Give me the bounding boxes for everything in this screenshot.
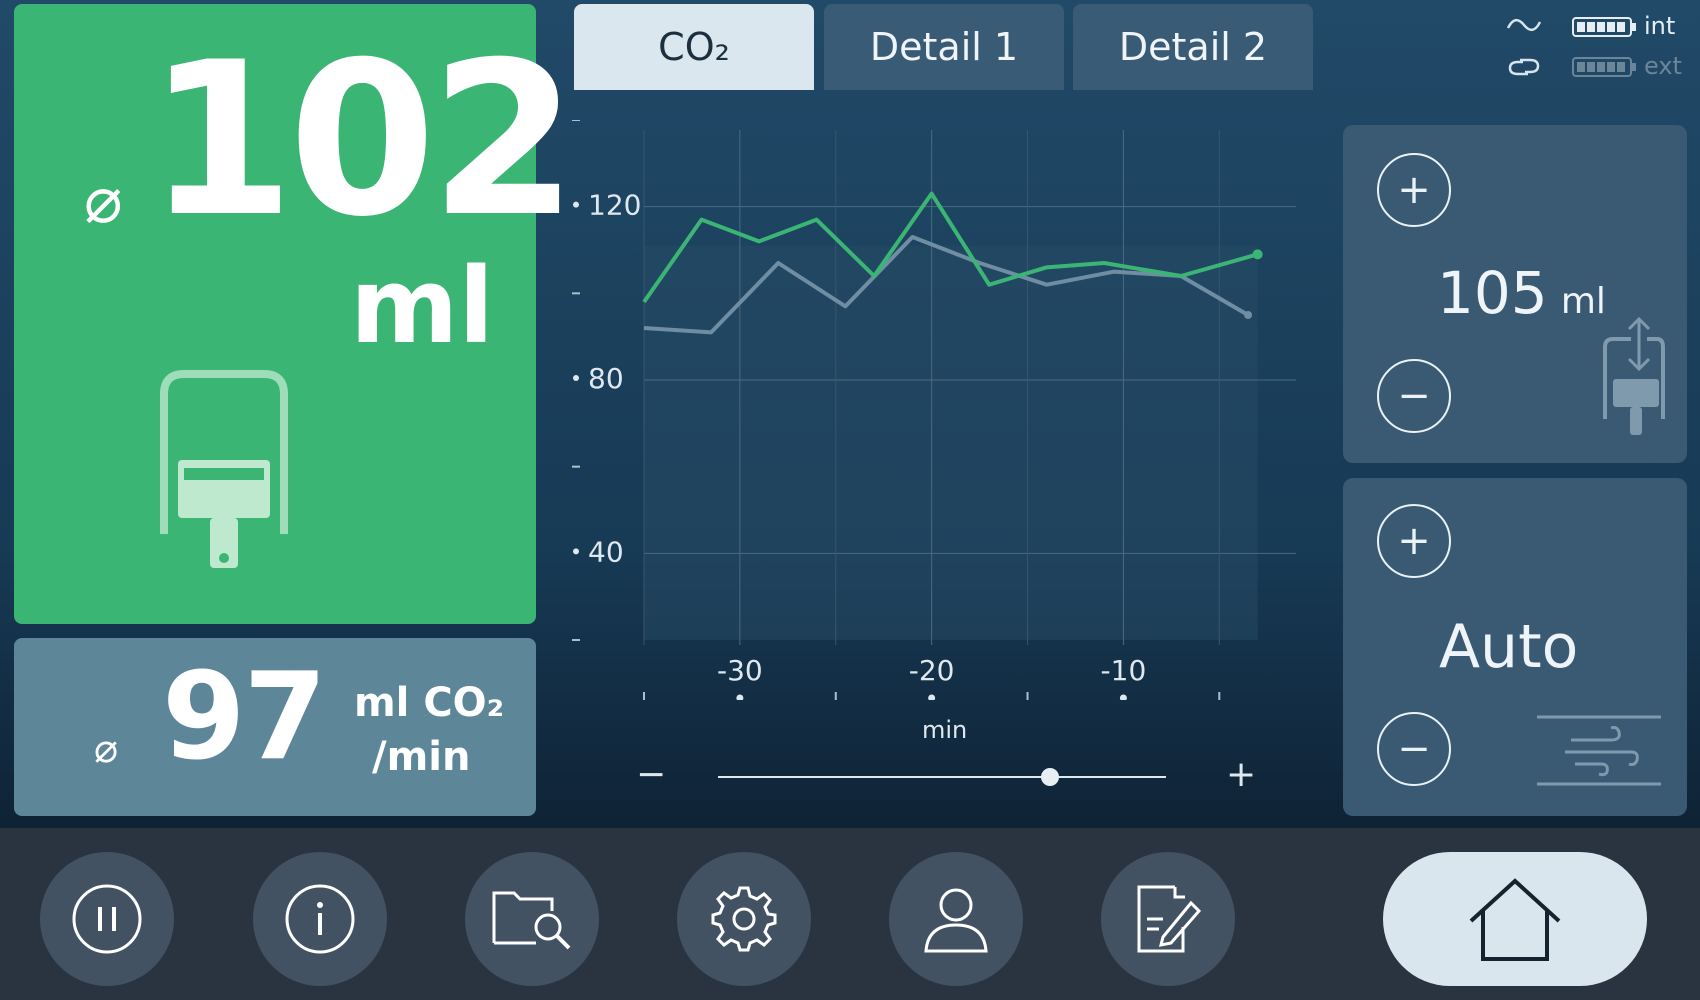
zoom-slider-handle[interactable] xyxy=(1040,768,1059,786)
x-tick-dot xyxy=(928,694,936,700)
airflow-icon xyxy=(1537,715,1661,786)
zoom-slider-track[interactable] xyxy=(718,776,1166,778)
document-edit-icon xyxy=(1137,885,1202,953)
volume-display-panel[interactable]: ⌀ 102 ml xyxy=(14,4,578,624)
tab-co2[interactable]: CO₂ xyxy=(574,4,814,90)
pause-icon xyxy=(72,884,142,954)
battery-int-icon xyxy=(1572,17,1636,37)
notes-button[interactable] xyxy=(1101,852,1235,986)
x-tick-label: -10 xyxy=(1101,654,1147,687)
volume-setting-value: 105 xyxy=(1437,259,1548,327)
gear-icon xyxy=(711,886,777,952)
average-symbol: ⌀ xyxy=(84,164,123,238)
monitor-screen: ⌀ 102 ml ⌀ 97 ml CO₂ /min CO₂ Detail 1 D… xyxy=(0,0,1700,1000)
volume-unit: ml xyxy=(350,245,495,367)
zoom-out-button[interactable]: − xyxy=(636,754,666,795)
volume-setting-panel: + 105 ml − xyxy=(1343,125,1687,463)
co2-rate-unit-per-min: /min xyxy=(372,734,471,780)
tab-detail-1[interactable]: Detail 1 xyxy=(824,4,1064,90)
folder-search-button[interactable] xyxy=(465,852,599,986)
x-tick-label: -20 xyxy=(909,654,955,687)
x-tick-dot xyxy=(1119,694,1127,700)
tab-label: Detail 1 xyxy=(869,25,1019,69)
mode-decrease-button[interactable]: − xyxy=(1377,712,1451,786)
series-end-point-2 xyxy=(1244,311,1253,319)
zoom-in-button[interactable]: + xyxy=(1226,754,1256,795)
y-tick-dot xyxy=(573,375,579,381)
pause-button[interactable] xyxy=(40,852,174,986)
series-end-point-1 xyxy=(1252,249,1263,260)
y-tick-dot xyxy=(573,201,579,208)
info-icon xyxy=(285,884,355,954)
user-icon xyxy=(924,888,988,953)
co2-trend-chart[interactable]: 40 80 120 -30 -20 -10 xyxy=(560,120,1320,700)
tab-detail-2[interactable]: Detail 2 xyxy=(1073,4,1313,90)
y-tick-label: 80 xyxy=(588,362,624,395)
average-symbol: ⌀ xyxy=(94,726,119,772)
ventilator-canister-icon xyxy=(160,370,288,568)
mode-setting-panel: + Auto − xyxy=(1343,478,1687,816)
volume-value: 102 xyxy=(147,16,578,263)
link-icon xyxy=(1508,58,1540,76)
canister-transfer-icon xyxy=(1603,316,1665,435)
y-tick-label: 120 xyxy=(588,189,641,222)
co2-rate-value: 97 xyxy=(162,648,327,787)
volume-setting-value-group: 105 ml xyxy=(1437,259,1606,327)
x-tick-label: -30 xyxy=(717,654,763,687)
co2-rate-panel[interactable]: ⌀ 97 ml CO₂ /min xyxy=(14,638,536,816)
info-button[interactable] xyxy=(253,852,387,986)
x-tick-dot xyxy=(736,694,744,700)
home-button[interactable] xyxy=(1383,852,1647,986)
user-button[interactable] xyxy=(889,852,1023,986)
ac-power-icon xyxy=(1506,19,1542,31)
y-tick-label: 40 xyxy=(588,535,624,568)
y-tick-dot xyxy=(573,548,579,555)
folder-search-icon xyxy=(492,891,571,950)
volume-decrease-button[interactable]: − xyxy=(1377,359,1451,433)
tab-label: CO₂ xyxy=(658,25,730,69)
battery-int-label: int xyxy=(1644,12,1676,40)
home-icon xyxy=(1469,878,1561,961)
battery-ext-icon xyxy=(1572,57,1636,77)
tab-label: Detail 2 xyxy=(1118,25,1268,69)
mode-increase-button[interactable]: + xyxy=(1377,504,1451,578)
volume-increase-button[interactable]: + xyxy=(1377,153,1451,227)
co2-rate-unit: ml CO₂ xyxy=(354,680,505,726)
mode-setting-value: Auto xyxy=(1439,612,1579,682)
battery-ext-label: ext xyxy=(1644,52,1682,80)
x-axis-label: min xyxy=(922,716,968,744)
settings-button[interactable] xyxy=(677,852,811,986)
